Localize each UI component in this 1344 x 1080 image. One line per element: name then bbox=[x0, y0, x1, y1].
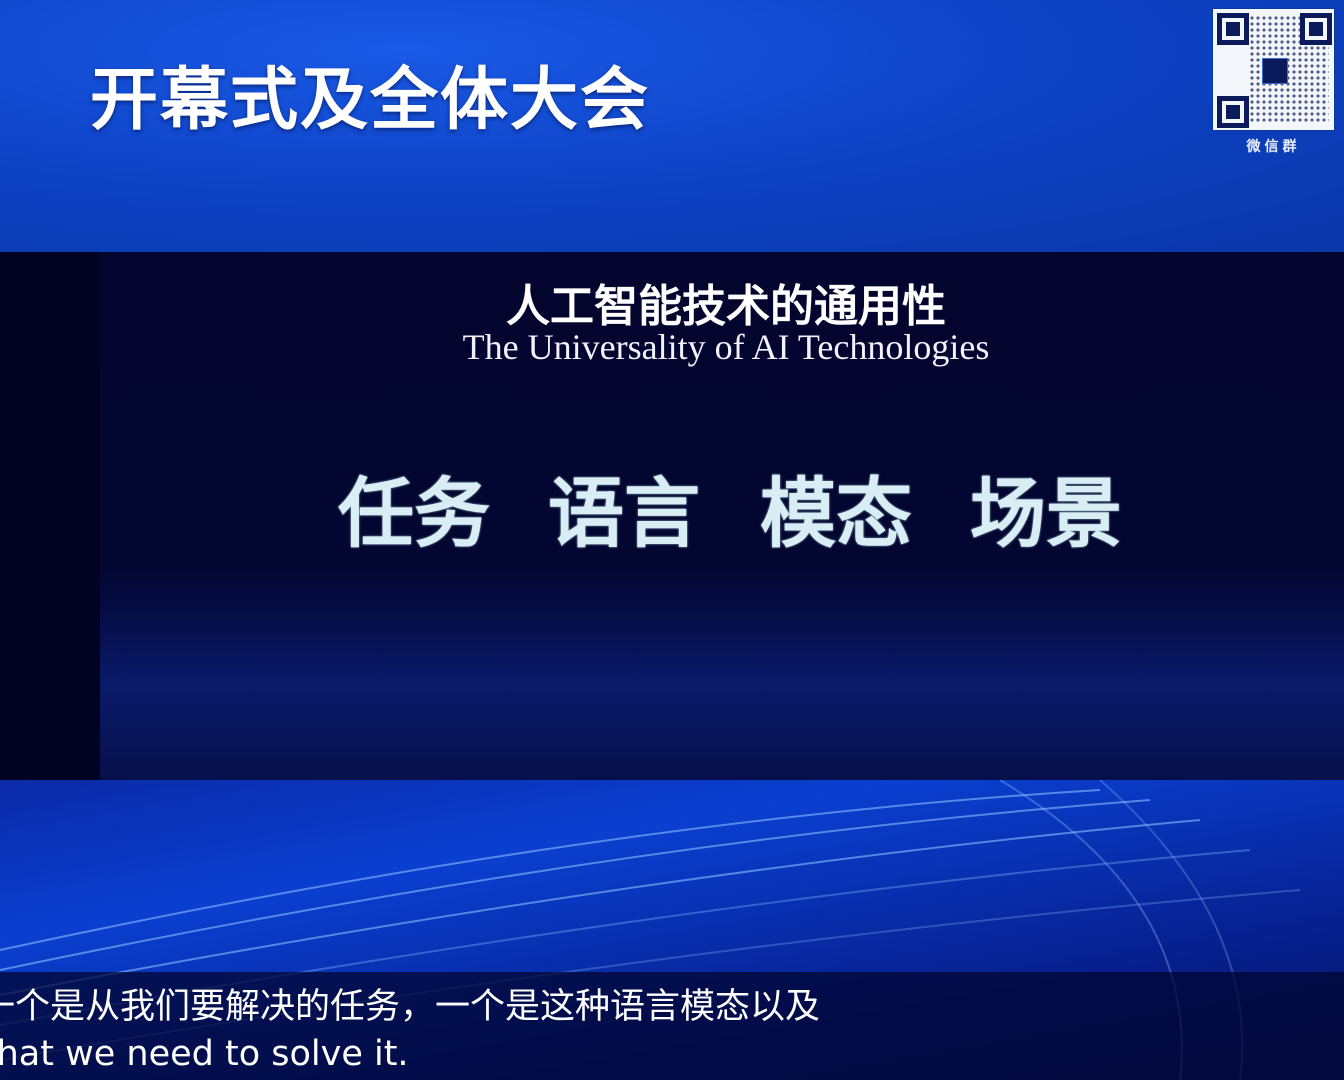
qr-finder bbox=[1217, 13, 1249, 45]
keyword-language: 语言 bbox=[548, 469, 700, 558]
qr-label: 微信群 bbox=[1246, 139, 1301, 155]
wechat-qr-code bbox=[1213, 9, 1334, 130]
light-streak bbox=[0, 799, 1151, 971]
subtitle-chinese: 一个是从我们要解决的任务，一个是这种语言模态以及 bbox=[0, 987, 821, 1027]
qr-finder bbox=[1300, 13, 1332, 45]
qr-logo-icon bbox=[1262, 58, 1288, 84]
event-title: 开幕式及全体大会 bbox=[90, 61, 651, 140]
keyword-modality: 模态 bbox=[760, 469, 912, 558]
slide-title-cn: 人工智能技术的通用性 bbox=[506, 281, 946, 332]
presentation-slide: 人工智能技术的通用性 The Universality of AI Techno… bbox=[0, 252, 1344, 780]
subtitle-english: what we need to solve it. bbox=[0, 1034, 409, 1074]
slide-title-en: The Universality of AI Technologies bbox=[462, 327, 990, 367]
qr-finder bbox=[1217, 96, 1249, 128]
speaker-video-edge bbox=[0, 252, 100, 780]
keyword-task: 任务 bbox=[338, 469, 490, 558]
keyword-scenario: 场景 bbox=[970, 469, 1122, 558]
light-streak bbox=[0, 819, 1201, 996]
